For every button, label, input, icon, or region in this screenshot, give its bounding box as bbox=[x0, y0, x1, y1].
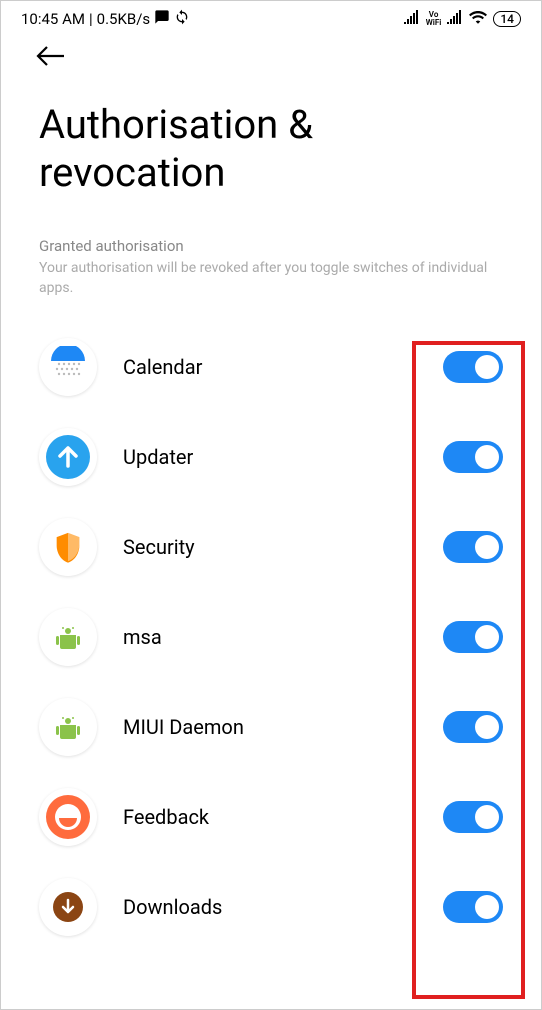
vowifi-indicator: VoWiFi bbox=[426, 11, 442, 27]
sync-icon bbox=[174, 9, 190, 29]
status-data-rate: 0.5KB/s bbox=[97, 10, 151, 28]
list-item: Calendar bbox=[39, 322, 503, 412]
toggle-miui-daemon[interactable] bbox=[443, 711, 503, 743]
app-label: MIUI Daemon bbox=[123, 715, 417, 739]
list-item: Downloads bbox=[39, 862, 503, 952]
list-item: Updater bbox=[39, 412, 503, 502]
app-label: Updater bbox=[123, 445, 417, 469]
security-icon bbox=[39, 518, 97, 576]
app-label: Security bbox=[123, 535, 417, 559]
toggle-msa[interactable] bbox=[443, 621, 503, 653]
list-item: Security bbox=[39, 502, 503, 592]
toggle-security[interactable] bbox=[443, 531, 503, 563]
list-item: Feedback bbox=[39, 772, 503, 862]
section-title: Granted authorisation bbox=[39, 237, 503, 255]
back-button[interactable] bbox=[1, 37, 541, 101]
miui-daemon-icon bbox=[39, 698, 97, 756]
calendar-icon bbox=[39, 338, 97, 396]
list-item: msa bbox=[39, 592, 503, 682]
section-description: Your authorisation will be revoked after… bbox=[39, 259, 503, 298]
chat-icon bbox=[154, 9, 170, 29]
app-label: Downloads bbox=[123, 895, 417, 919]
app-label: msa bbox=[123, 625, 417, 649]
toggle-downloads[interactable] bbox=[443, 891, 503, 923]
msa-icon bbox=[39, 608, 97, 666]
page-title: Authorisation & revocation bbox=[1, 101, 541, 197]
battery-indicator: 14 bbox=[493, 11, 521, 27]
updater-icon bbox=[39, 428, 97, 486]
downloads-icon bbox=[39, 878, 97, 936]
status-bar-right: VoWiFi 14 bbox=[404, 10, 521, 28]
app-label: Calendar bbox=[123, 355, 417, 379]
toggle-feedback[interactable] bbox=[443, 801, 503, 833]
app-list: Calendar Updater Security msa MIUI Daemo… bbox=[1, 322, 541, 952]
toggle-updater[interactable] bbox=[443, 441, 503, 473]
section-header: Granted authorisation Your authorisation… bbox=[1, 237, 541, 298]
feedback-icon bbox=[39, 788, 97, 846]
signal-icon-1 bbox=[404, 10, 420, 28]
app-label: Feedback bbox=[123, 805, 417, 829]
status-bar: 10:45 AM | 0.5KB/s VoWiFi 14 bbox=[1, 1, 541, 37]
toggle-calendar[interactable] bbox=[443, 351, 503, 383]
status-bar-left: 10:45 AM | 0.5KB/s bbox=[21, 9, 190, 29]
wifi-icon bbox=[469, 10, 487, 28]
list-item: MIUI Daemon bbox=[39, 682, 503, 772]
status-time: 10:45 AM bbox=[21, 10, 85, 28]
signal-icon-2 bbox=[447, 10, 463, 28]
